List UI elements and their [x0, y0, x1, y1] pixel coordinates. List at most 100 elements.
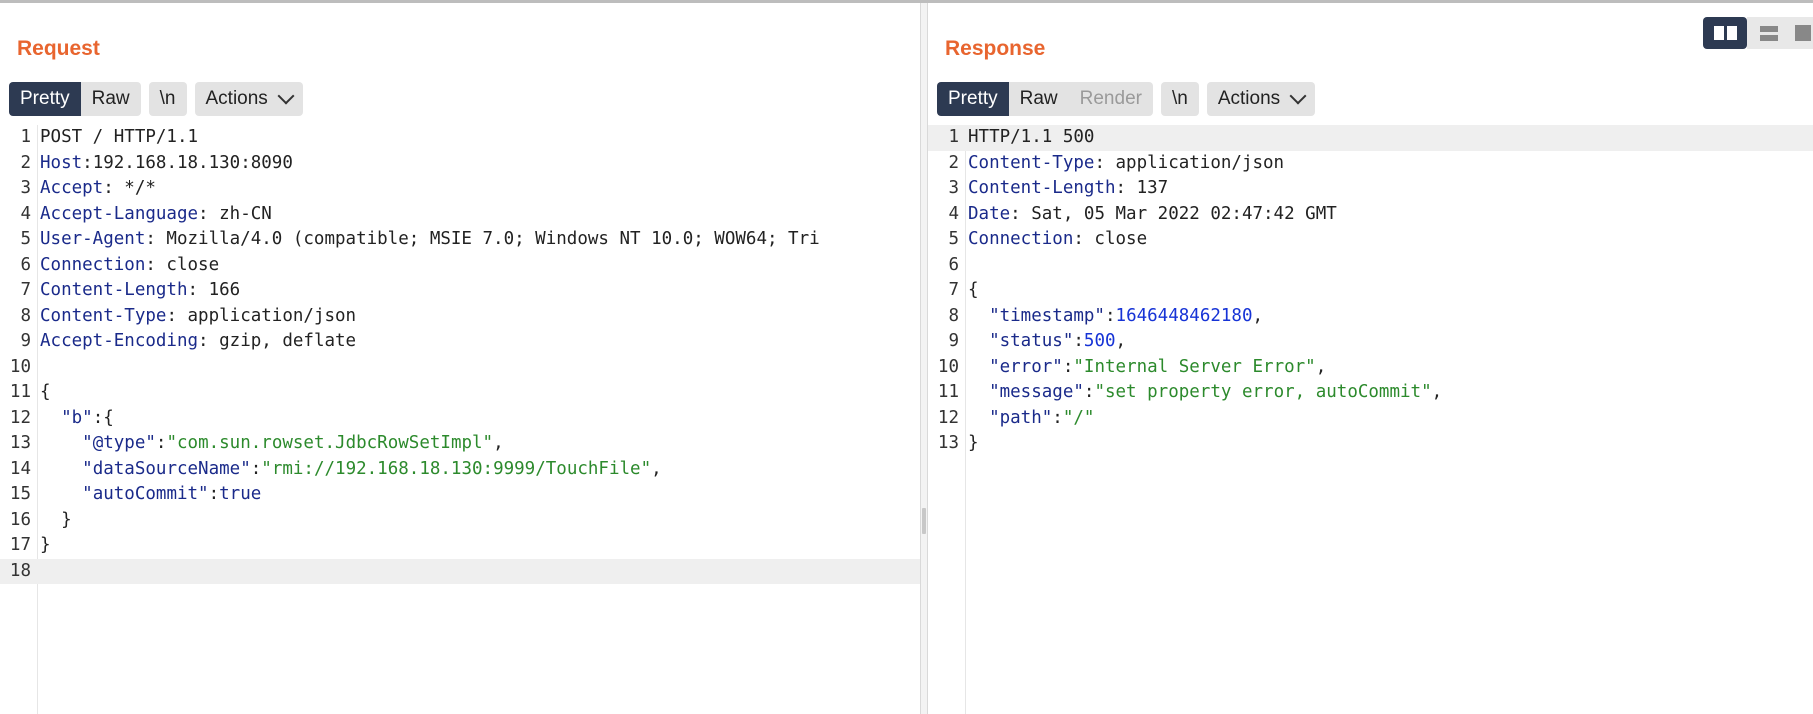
request-pane: Request Pretty Raw \n Actions 1 POST / HT… [0, 3, 920, 714]
response-tab-raw[interactable]: Raw [1008, 82, 1069, 116]
code-token: : close [145, 254, 220, 275]
request-tab-raw[interactable]: Raw [80, 82, 141, 116]
code-token: "rmi://192.168.18.130:9999/TouchFile" [261, 458, 652, 479]
line-number: 15 [9, 484, 31, 504]
code-token: : 166 [187, 280, 241, 300]
code-token: } [40, 535, 51, 555]
code-token: Content-Length [40, 280, 188, 300]
response-toolbar: Pretty Raw Render \n Actions [937, 81, 1316, 117]
code-token: Content-Type [40, 305, 167, 326]
line-number: 8 [20, 305, 31, 326]
request-newline-toggle[interactable]: \n [148, 82, 187, 116]
code-token: Content-Length [968, 178, 1116, 198]
response-editor[interactable]: 1 HTTP/1.1 500 2 Content-Type: application/… [928, 125, 1813, 714]
line-number: 17 [9, 535, 31, 555]
code-token: , [1252, 305, 1264, 326]
side-by-side-layout-icon [1713, 26, 1737, 40]
chevron-down-icon [277, 87, 295, 105]
request-actions-dropdown[interactable]: Actions [194, 82, 303, 116]
response-tab-render[interactable]: Render [1068, 82, 1153, 116]
line-number: 9 [20, 331, 31, 351]
line-number: 1 [948, 127, 959, 147]
code-token: true [219, 484, 262, 504]
request-code-line: 11 { [0, 380, 920, 406]
line-number: 10 [9, 356, 31, 377]
request-tab-pretty[interactable]: Pretty [9, 82, 81, 116]
response-code-line: 4 Date: Sat, 05 Mar 2022 02:47:42 GMT [928, 202, 1813, 228]
line-number: 2 [20, 152, 31, 173]
response-tab-pretty[interactable]: Pretty [937, 82, 1009, 116]
code-token: User-Agent [40, 229, 146, 249]
line-number: 12 [9, 407, 31, 428]
code-token: "timestamp" [989, 305, 1105, 326]
code-token: "autoCommit" [82, 484, 209, 504]
line-number: 12 [937, 407, 959, 428]
drag-handle-icon[interactable] [922, 508, 926, 534]
line-number: 3 [948, 178, 959, 198]
request-code-line: 1 POST / HTTP/1.1 [0, 125, 920, 151]
request-code-line: 10 [0, 355, 920, 381]
request-code-line: 5 User-Agent: Mozilla/4.0 (compatible; MS… [0, 227, 920, 253]
request-code-line: 17} [0, 533, 920, 559]
request-code-line: 13 "@type":"com.sun.rowset.JdbcRowSetImp… [0, 431, 920, 457]
code-token: : [155, 433, 167, 453]
request-code-line: 16 } [0, 508, 920, 534]
code-token: Content-Type [968, 152, 1095, 173]
single-pane-layout-button[interactable] [1791, 17, 1813, 49]
stacked-layout-button[interactable] [1747, 17, 1791, 49]
line-number: 4 [20, 203, 31, 224]
request-editor[interactable]: 1 POST / HTTP/1.1 2 Host:192.168.18.130:809… [0, 125, 920, 714]
single-pane-layout-icon [1795, 25, 1811, 41]
code-token: : [1062, 356, 1074, 377]
line-number: 11 [937, 382, 959, 402]
code-token: Accept [40, 178, 104, 198]
request-actions-label: Actions [205, 88, 268, 109]
response-actions-dropdown[interactable]: Actions [1206, 82, 1316, 116]
code-token: POST / HTTP/1.1 [40, 127, 199, 147]
request-code: 1 POST / HTTP/1.1 2 Host:192.168.18.130:809… [0, 125, 920, 584]
line-number: 13 [937, 433, 959, 453]
side-by-side-layout-button[interactable] [1703, 17, 1747, 49]
code-token: : close [1073, 229, 1148, 249]
code-token: : gzip, deflate [198, 331, 357, 351]
response-code-line: 11 "message":"set property error, autoCo… [928, 380, 1813, 406]
request-code-line: 2 Host:192.168.18.130:8090 [0, 151, 920, 177]
request-code-line: 15 "autoCommit":true [0, 482, 920, 508]
response-newline-toggle[interactable]: \n [1160, 82, 1199, 116]
code-token: , [493, 433, 504, 453]
code-token: : [1104, 305, 1116, 326]
request-code-line: 12 "b":{ [0, 406, 920, 432]
response-pane: Response Pretty Raw Render \n Actions 1H… [928, 3, 1813, 714]
response-code: 1 HTTP/1.1 500 2 Content-Type: application/… [928, 125, 1813, 457]
code-token: Accept-Encoding [40, 331, 199, 351]
response-code-line: 9 "status":500, [928, 329, 1813, 355]
line-number: 9 [948, 331, 959, 351]
line-number: 3 [20, 178, 31, 198]
response-code-line: 12 "path":"/" [928, 406, 1813, 432]
code-token: : [250, 458, 262, 479]
code-token: "error" [989, 356, 1063, 377]
pane-divider[interactable] [920, 3, 928, 714]
code-token: { [968, 280, 979, 300]
request-title: Request [17, 37, 100, 60]
code-token: Date [968, 203, 1011, 224]
response-code-line: 7{ [928, 278, 1813, 304]
code-token: 1646448462180 [1115, 305, 1253, 326]
code-token: Host [40, 152, 83, 173]
line-number: 1 [20, 127, 31, 147]
code-token: : 137 [1115, 178, 1169, 198]
line-number: 7 [948, 280, 959, 300]
response-code-line: 2 Content-Type: application/json [928, 151, 1813, 177]
code-token: Connection [40, 254, 146, 275]
request-code-line: 7 Content-Length: 166 [0, 278, 920, 304]
code-token: :{ [92, 407, 114, 428]
request-code-line: 3 Accept: */* [0, 176, 920, 202]
response-code-line: 3 Content-Length: 137 [928, 176, 1813, 202]
code-token: "b" [61, 407, 93, 428]
